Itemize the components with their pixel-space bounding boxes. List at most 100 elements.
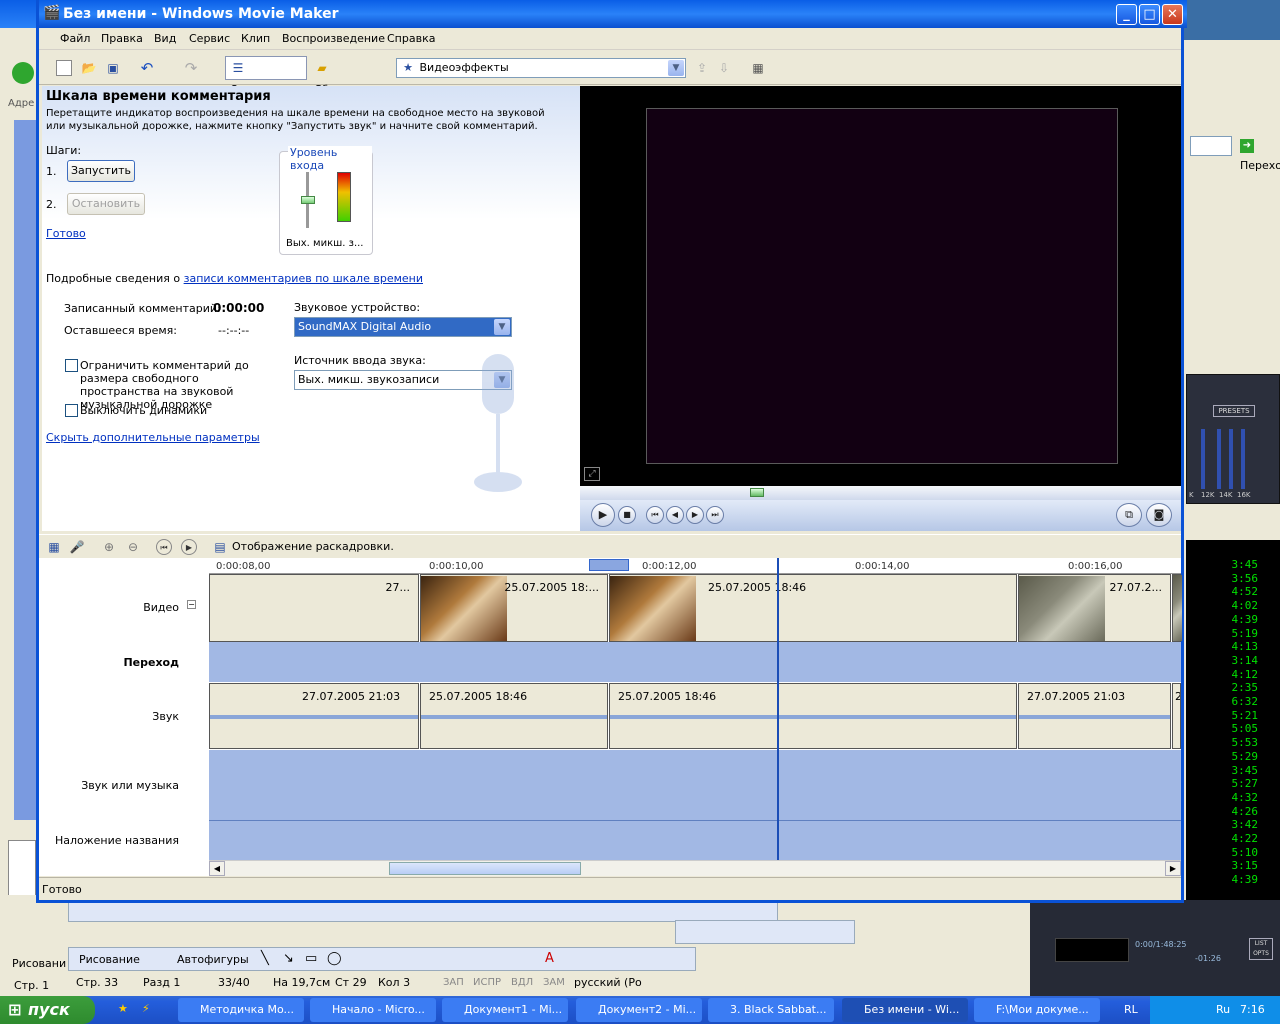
menu-help[interactable]: Справка — [387, 32, 435, 45]
title-overlay-track[interactable] — [209, 820, 1181, 860]
quicklaunch-icon[interactable]: ★ — [118, 1002, 128, 1015]
stop-icon[interactable]: ■ — [618, 506, 636, 524]
audio-clip[interactable]: 27.07.2005 21:03 — [209, 683, 419, 749]
tray-ru[interactable]: Ru — [1216, 996, 1230, 1024]
play-timeline-icon[interactable]: ▶ — [181, 539, 197, 555]
stop-narration-button[interactable]: Остановить — [67, 193, 145, 215]
titlebar[interactable]: 🎬 Без имени - Windows Movie Maker _ □ ✕ — [39, 0, 1187, 28]
taskbar-item[interactable]: Документ1 - Mi... — [442, 998, 568, 1022]
tasks-button[interactable]: ☰ Операции — [225, 56, 307, 96]
fullscreen-icon[interactable]: ⤢ — [584, 467, 600, 481]
winamp-playlist[interactable]: 3:45 3:56 4:52 4:02 4:39 5:19 4:13 3:14 4:12 2:35… — [1186, 540, 1280, 900]
menu-tools[interactable]: Сервис — [189, 32, 230, 45]
scroll-left-icon[interactable]: ◀ — [209, 861, 225, 876]
open-icon[interactable]: 📂 — [81, 60, 97, 76]
menu-playback[interactable]: Воспроизведение — [282, 32, 385, 45]
skip-forward-icon[interactable]: ⏭ — [706, 506, 724, 524]
menu-file[interactable]: Файл — [60, 32, 90, 45]
storyboard-icon[interactable]: ▦ — [46, 539, 62, 555]
new-icon[interactable] — [56, 60, 72, 76]
device-combo[interactable]: SoundMAX Digital Audio ▼ — [294, 317, 512, 337]
audio-clip[interactable]: 25.07.2005 18:46 — [609, 683, 1017, 749]
minimize-button[interactable]: _ — [1116, 4, 1137, 25]
presets-button[interactable]: PRESETS — [1213, 405, 1255, 417]
view-options-icon[interactable]: ▦ — [750, 60, 766, 76]
playhead-marker[interactable] — [589, 559, 629, 571]
limit-checkbox[interactable] — [65, 359, 78, 372]
status-rec[interactable]: ЗАП — [443, 977, 464, 988]
zoom-out-icon[interactable]: ⊖ — [125, 539, 141, 555]
line-icon[interactable]: ╲ — [261, 951, 269, 966]
list-opts-button[interactable]: LIST OPTS — [1249, 938, 1273, 960]
taskbar-item[interactable]: F:\Мои докуме... — [974, 998, 1100, 1022]
tray-lang[interactable]: RL — [1124, 1003, 1138, 1016]
scroll-thumb[interactable] — [389, 862, 581, 875]
video-clip[interactable] — [1172, 574, 1182, 642]
menu-clip[interactable]: Клип — [241, 32, 270, 45]
show-storyboard-button[interactable]: Отображение раскадровки. — [232, 540, 394, 553]
status-ovr[interactable]: ЗАМ — [543, 977, 565, 988]
undo-icon[interactable]: ↶ — [139, 60, 155, 76]
move-down-icon[interactable]: ⇩ — [716, 60, 732, 76]
split-icon[interactable]: ⧉ — [1116, 503, 1142, 527]
oval-icon[interactable]: ◯ — [327, 951, 342, 966]
close-button[interactable]: ✕ — [1162, 4, 1183, 25]
maximize-button[interactable]: □ — [1139, 4, 1160, 25]
eq-slider[interactable] — [1217, 429, 1221, 489]
transition-track[interactable] — [209, 642, 1181, 682]
eq-slider[interactable] — [1201, 429, 1205, 489]
start-button[interactable]: ⊞ пуск — [0, 996, 95, 1024]
status-ext[interactable]: ВДЛ — [511, 977, 533, 988]
taskbar-item[interactable]: Начало - Micro... — [310, 998, 436, 1022]
collapse-icon[interactable]: − — [187, 600, 196, 609]
menu-view[interactable]: Вид — [154, 32, 176, 45]
more-info-link[interactable]: записи комментариев по шкале времени — [184, 272, 423, 285]
save-icon[interactable]: ▣ — [105, 60, 121, 76]
drawing-menu[interactable]: Рисование — [79, 953, 140, 966]
seek-thumb[interactable] — [750, 488, 764, 497]
done-link[interactable]: Готово — [46, 227, 86, 240]
hide-options-link[interactable]: Скрыть дополнительные параметры — [46, 431, 260, 444]
rewind-icon[interactable]: ⏮ — [156, 539, 172, 555]
seek-bar[interactable] — [580, 486, 1181, 500]
video-clip[interactable]: 25.07.2005 18:46 — [609, 574, 1017, 642]
rectangle-icon[interactable]: ▭ — [305, 951, 317, 966]
timeline-scrollbar[interactable]: ◀ ▶ — [209, 860, 1181, 876]
eq-slider[interactable] — [1241, 429, 1245, 489]
skip-back-icon[interactable]: ⏮ — [646, 506, 664, 524]
mute-checkbox[interactable] — [65, 404, 78, 417]
collections-button[interactable]: ▰ Сборники — [309, 56, 385, 96]
taskbar-item[interactable]: Документ2 - Mi... — [576, 998, 702, 1022]
taskbar-item[interactable]: 3. Black Sabbat... — [708, 998, 834, 1022]
frame-forward-icon[interactable]: ▶ — [686, 506, 704, 524]
autoshapes-menu[interactable]: Автофигуры — [177, 953, 249, 966]
play-icon[interactable]: ▶ — [591, 503, 615, 527]
start-narration-button[interactable]: Запустить — [67, 160, 135, 182]
redo-icon[interactable]: ↷ — [183, 60, 199, 76]
video-clip[interactable]: 27.07.2... — [1018, 574, 1171, 642]
audio-clip[interactable]: 27.07.2005 21:03 — [1018, 683, 1171, 749]
time-ruler[interactable]: 0:00:08,00 0:00:10,00 0:00:12,00 0:00:14… — [209, 558, 1181, 574]
snapshot-icon[interactable]: ◙ — [1146, 503, 1172, 527]
playhead-line[interactable] — [777, 558, 779, 860]
scroll-right-icon[interactable]: ▶ — [1165, 861, 1181, 876]
audio-music-track[interactable] — [209, 750, 1181, 820]
narrate-icon[interactable]: 🎤 — [69, 539, 85, 555]
taskbar-item[interactable]: Методичка Mo... — [178, 998, 304, 1022]
audio-clip[interactable]: 25.07.2005 18:46 — [420, 683, 608, 749]
move-up-icon[interactable]: ⇪ — [694, 60, 710, 76]
frame-back-icon[interactable]: ◀ — [666, 506, 684, 524]
eq-slider[interactable] — [1229, 429, 1233, 489]
level-slider-thumb[interactable] — [301, 196, 315, 204]
taskbar-item-active[interactable]: Без имени - Wi... — [842, 998, 968, 1022]
zoom-in-icon[interactable]: ⊕ — [101, 539, 117, 555]
menu-edit[interactable]: Правка — [101, 32, 143, 45]
bg-address-combo[interactable] — [1190, 136, 1232, 156]
effects-combo[interactable]: ★ Видеоэффекты ▼ — [396, 58, 686, 78]
video-clip[interactable]: 25.07.2005 18:... — [420, 574, 608, 642]
audio-clip[interactable]: 2 — [1172, 683, 1181, 749]
back-icon[interactable] — [12, 62, 34, 84]
font-color-icon[interactable]: A — [545, 951, 554, 966]
quicklaunch-icon[interactable]: ⚡ — [142, 1002, 150, 1015]
status-trk[interactable]: ИСПР — [473, 977, 501, 988]
